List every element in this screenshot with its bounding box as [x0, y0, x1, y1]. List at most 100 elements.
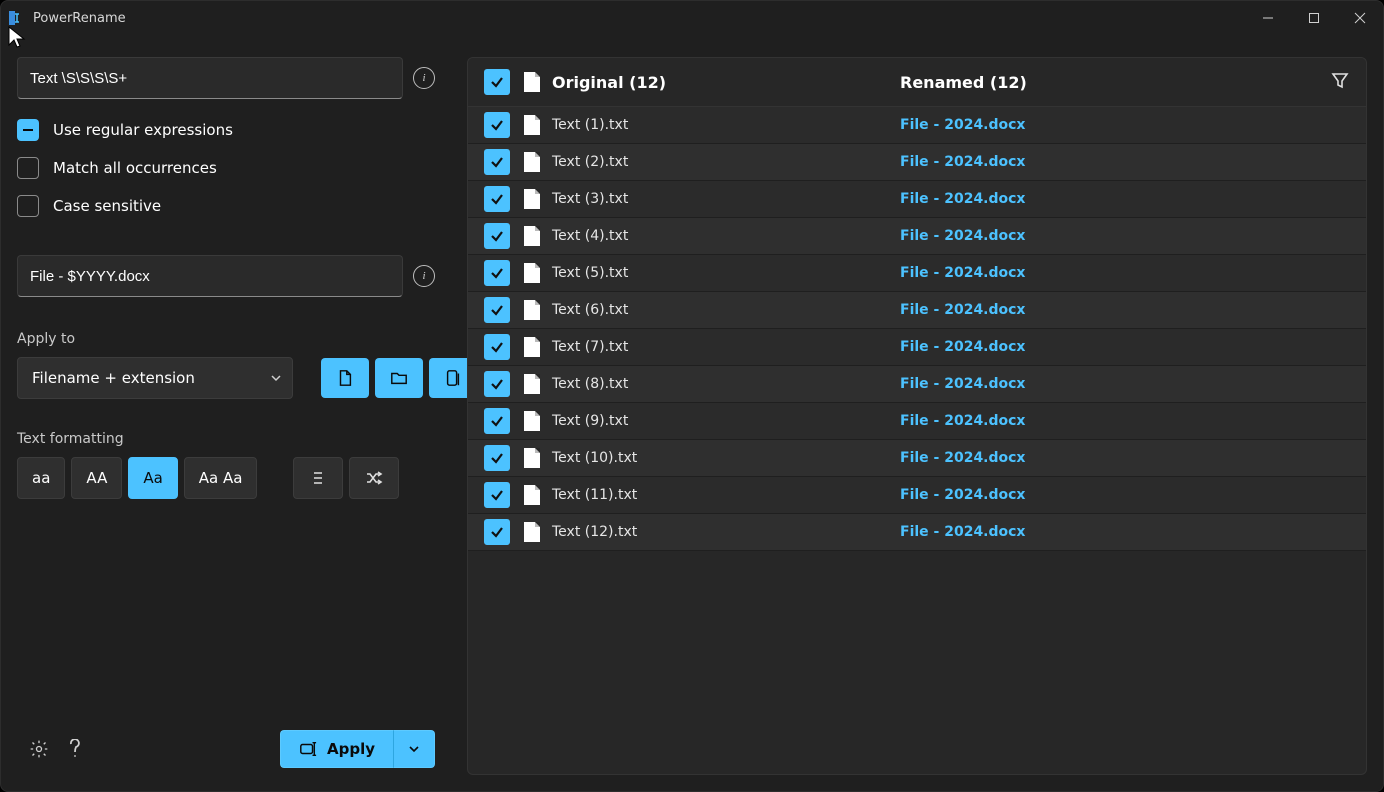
renamed-filename: File - 2024.docx [900, 524, 1350, 540]
renamed-filename: File - 2024.docx [900, 191, 1350, 207]
rename-icon [299, 740, 317, 758]
case-sensitive-label: Case sensitive [53, 197, 161, 215]
table-row[interactable]: Text (3).txt File - 2024.docx [468, 181, 1366, 218]
renamed-filename: File - 2024.docx [900, 450, 1350, 466]
case-sensitive-checkbox[interactable] [17, 195, 39, 217]
table-row[interactable]: Text (10).txt File - 2024.docx [468, 440, 1366, 477]
original-filename: Text (6).txt [552, 302, 628, 318]
table-row[interactable]: Text (6).txt File - 2024.docx [468, 292, 1366, 329]
table-row[interactable]: Text (1).txt File - 2024.docx [468, 107, 1366, 144]
titlecase-button[interactable]: Aa [128, 457, 177, 499]
renamed-filename: File - 2024.docx [900, 265, 1350, 281]
lowercase-button[interactable]: aa [17, 457, 65, 499]
table-row[interactable]: Text (4).txt File - 2024.docx [468, 218, 1366, 255]
renamed-filename: File - 2024.docx [900, 413, 1350, 429]
file-icon [524, 374, 540, 394]
table-row[interactable]: Text (11).txt File - 2024.docx [468, 477, 1366, 514]
file-icon [524, 485, 540, 505]
file-icon [524, 411, 540, 431]
include-files-toggle[interactable] [321, 358, 369, 398]
include-folders-toggle[interactable] [375, 358, 423, 398]
renamed-filename: File - 2024.docx [900, 117, 1350, 133]
file-icon [524, 300, 540, 320]
table-row[interactable]: Text (5).txt File - 2024.docx [468, 255, 1366, 292]
capitalize-words-button[interactable]: Aa Aa [184, 457, 258, 499]
renamed-filename: File - 2024.docx [900, 154, 1350, 170]
original-column-header: Original (12) [552, 73, 666, 92]
original-filename: Text (10).txt [552, 450, 637, 466]
file-icon [336, 369, 354, 387]
apply-to-label: Apply to [17, 331, 435, 347]
help-icon [68, 739, 82, 759]
regex-label: Use regular expressions [53, 121, 233, 139]
row-checkbox[interactable] [484, 223, 510, 249]
search-info-icon[interactable]: i [413, 67, 435, 89]
apply-more-button[interactable] [393, 730, 435, 768]
original-filename: Text (3).txt [552, 191, 628, 207]
file-icon [524, 337, 540, 357]
help-button[interactable] [57, 731, 93, 767]
row-checkbox[interactable] [484, 408, 510, 434]
renamed-filename: File - 2024.docx [900, 339, 1350, 355]
minimize-button[interactable] [1245, 1, 1291, 35]
apply-button[interactable]: Apply [280, 730, 393, 768]
row-checkbox[interactable] [484, 149, 510, 175]
chevron-down-icon [408, 743, 420, 755]
table-row[interactable]: Text (8).txt File - 2024.docx [468, 366, 1366, 403]
enumerate-button[interactable] [293, 457, 343, 499]
original-filename: Text (5).txt [552, 265, 628, 281]
original-filename: Text (8).txt [552, 376, 628, 392]
close-button[interactable] [1337, 1, 1383, 35]
file-icon [524, 448, 540, 468]
titlebar: PowerRename [1, 1, 1383, 35]
renamed-column-header: Renamed (12) [900, 73, 1027, 92]
maximize-button[interactable] [1291, 1, 1337, 35]
row-checkbox[interactable] [484, 482, 510, 508]
replace-info-icon[interactable]: i [413, 265, 435, 287]
table-header: Original (12) Renamed (12) [468, 58, 1366, 107]
uppercase-button[interactable]: AA [71, 457, 122, 499]
row-checkbox[interactable] [484, 260, 510, 286]
table-row[interactable]: Text (2).txt File - 2024.docx [468, 144, 1366, 181]
row-checkbox[interactable] [484, 371, 510, 397]
settings-panel: i Use regular expressions Match all occu… [1, 35, 451, 775]
row-checkbox[interactable] [484, 112, 510, 138]
table-row[interactable]: Text (12).txt File - 2024.docx [468, 514, 1366, 551]
row-checkbox[interactable] [484, 519, 510, 545]
original-filename: Text (7).txt [552, 339, 628, 355]
renamed-filename: File - 2024.docx [900, 302, 1350, 318]
original-filename: Text (1).txt [552, 117, 628, 133]
app-icon [7, 9, 25, 27]
renamed-filename: File - 2024.docx [900, 487, 1350, 503]
filter-icon [1330, 70, 1350, 90]
apply-to-value: Filename + extension [32, 369, 195, 387]
renamed-filename: File - 2024.docx [900, 376, 1350, 392]
apply-to-dropdown[interactable]: Filename + extension [17, 357, 293, 399]
file-icon [524, 522, 540, 542]
regex-checkbox[interactable] [17, 119, 39, 141]
preview-panel: Original (12) Renamed (12) Text (1).txt … [467, 57, 1367, 775]
select-all-checkbox[interactable] [484, 69, 510, 95]
match-all-checkbox[interactable] [17, 157, 39, 179]
file-icon [524, 72, 540, 92]
filter-button[interactable] [1330, 70, 1350, 94]
search-input[interactable] [17, 57, 403, 99]
row-checkbox[interactable] [484, 297, 510, 323]
row-checkbox[interactable] [484, 186, 510, 212]
replace-input[interactable] [17, 255, 403, 297]
table-body: Text (1).txt File - 2024.docx Text (2).t… [468, 107, 1366, 774]
folder-icon [390, 369, 408, 387]
shuffle-icon [365, 470, 383, 486]
table-row[interactable]: Text (7).txt File - 2024.docx [468, 329, 1366, 366]
row-checkbox[interactable] [484, 334, 510, 360]
renamed-filename: File - 2024.docx [900, 228, 1350, 244]
original-filename: Text (9).txt [552, 413, 628, 429]
random-button[interactable] [349, 457, 399, 499]
original-filename: Text (12).txt [552, 524, 637, 540]
table-row[interactable]: Text (9).txt File - 2024.docx [468, 403, 1366, 440]
window-title: PowerRename [33, 11, 126, 26]
original-filename: Text (11).txt [552, 487, 637, 503]
row-checkbox[interactable] [484, 445, 510, 471]
settings-button[interactable] [21, 731, 57, 767]
enumerate-icon [310, 470, 326, 486]
